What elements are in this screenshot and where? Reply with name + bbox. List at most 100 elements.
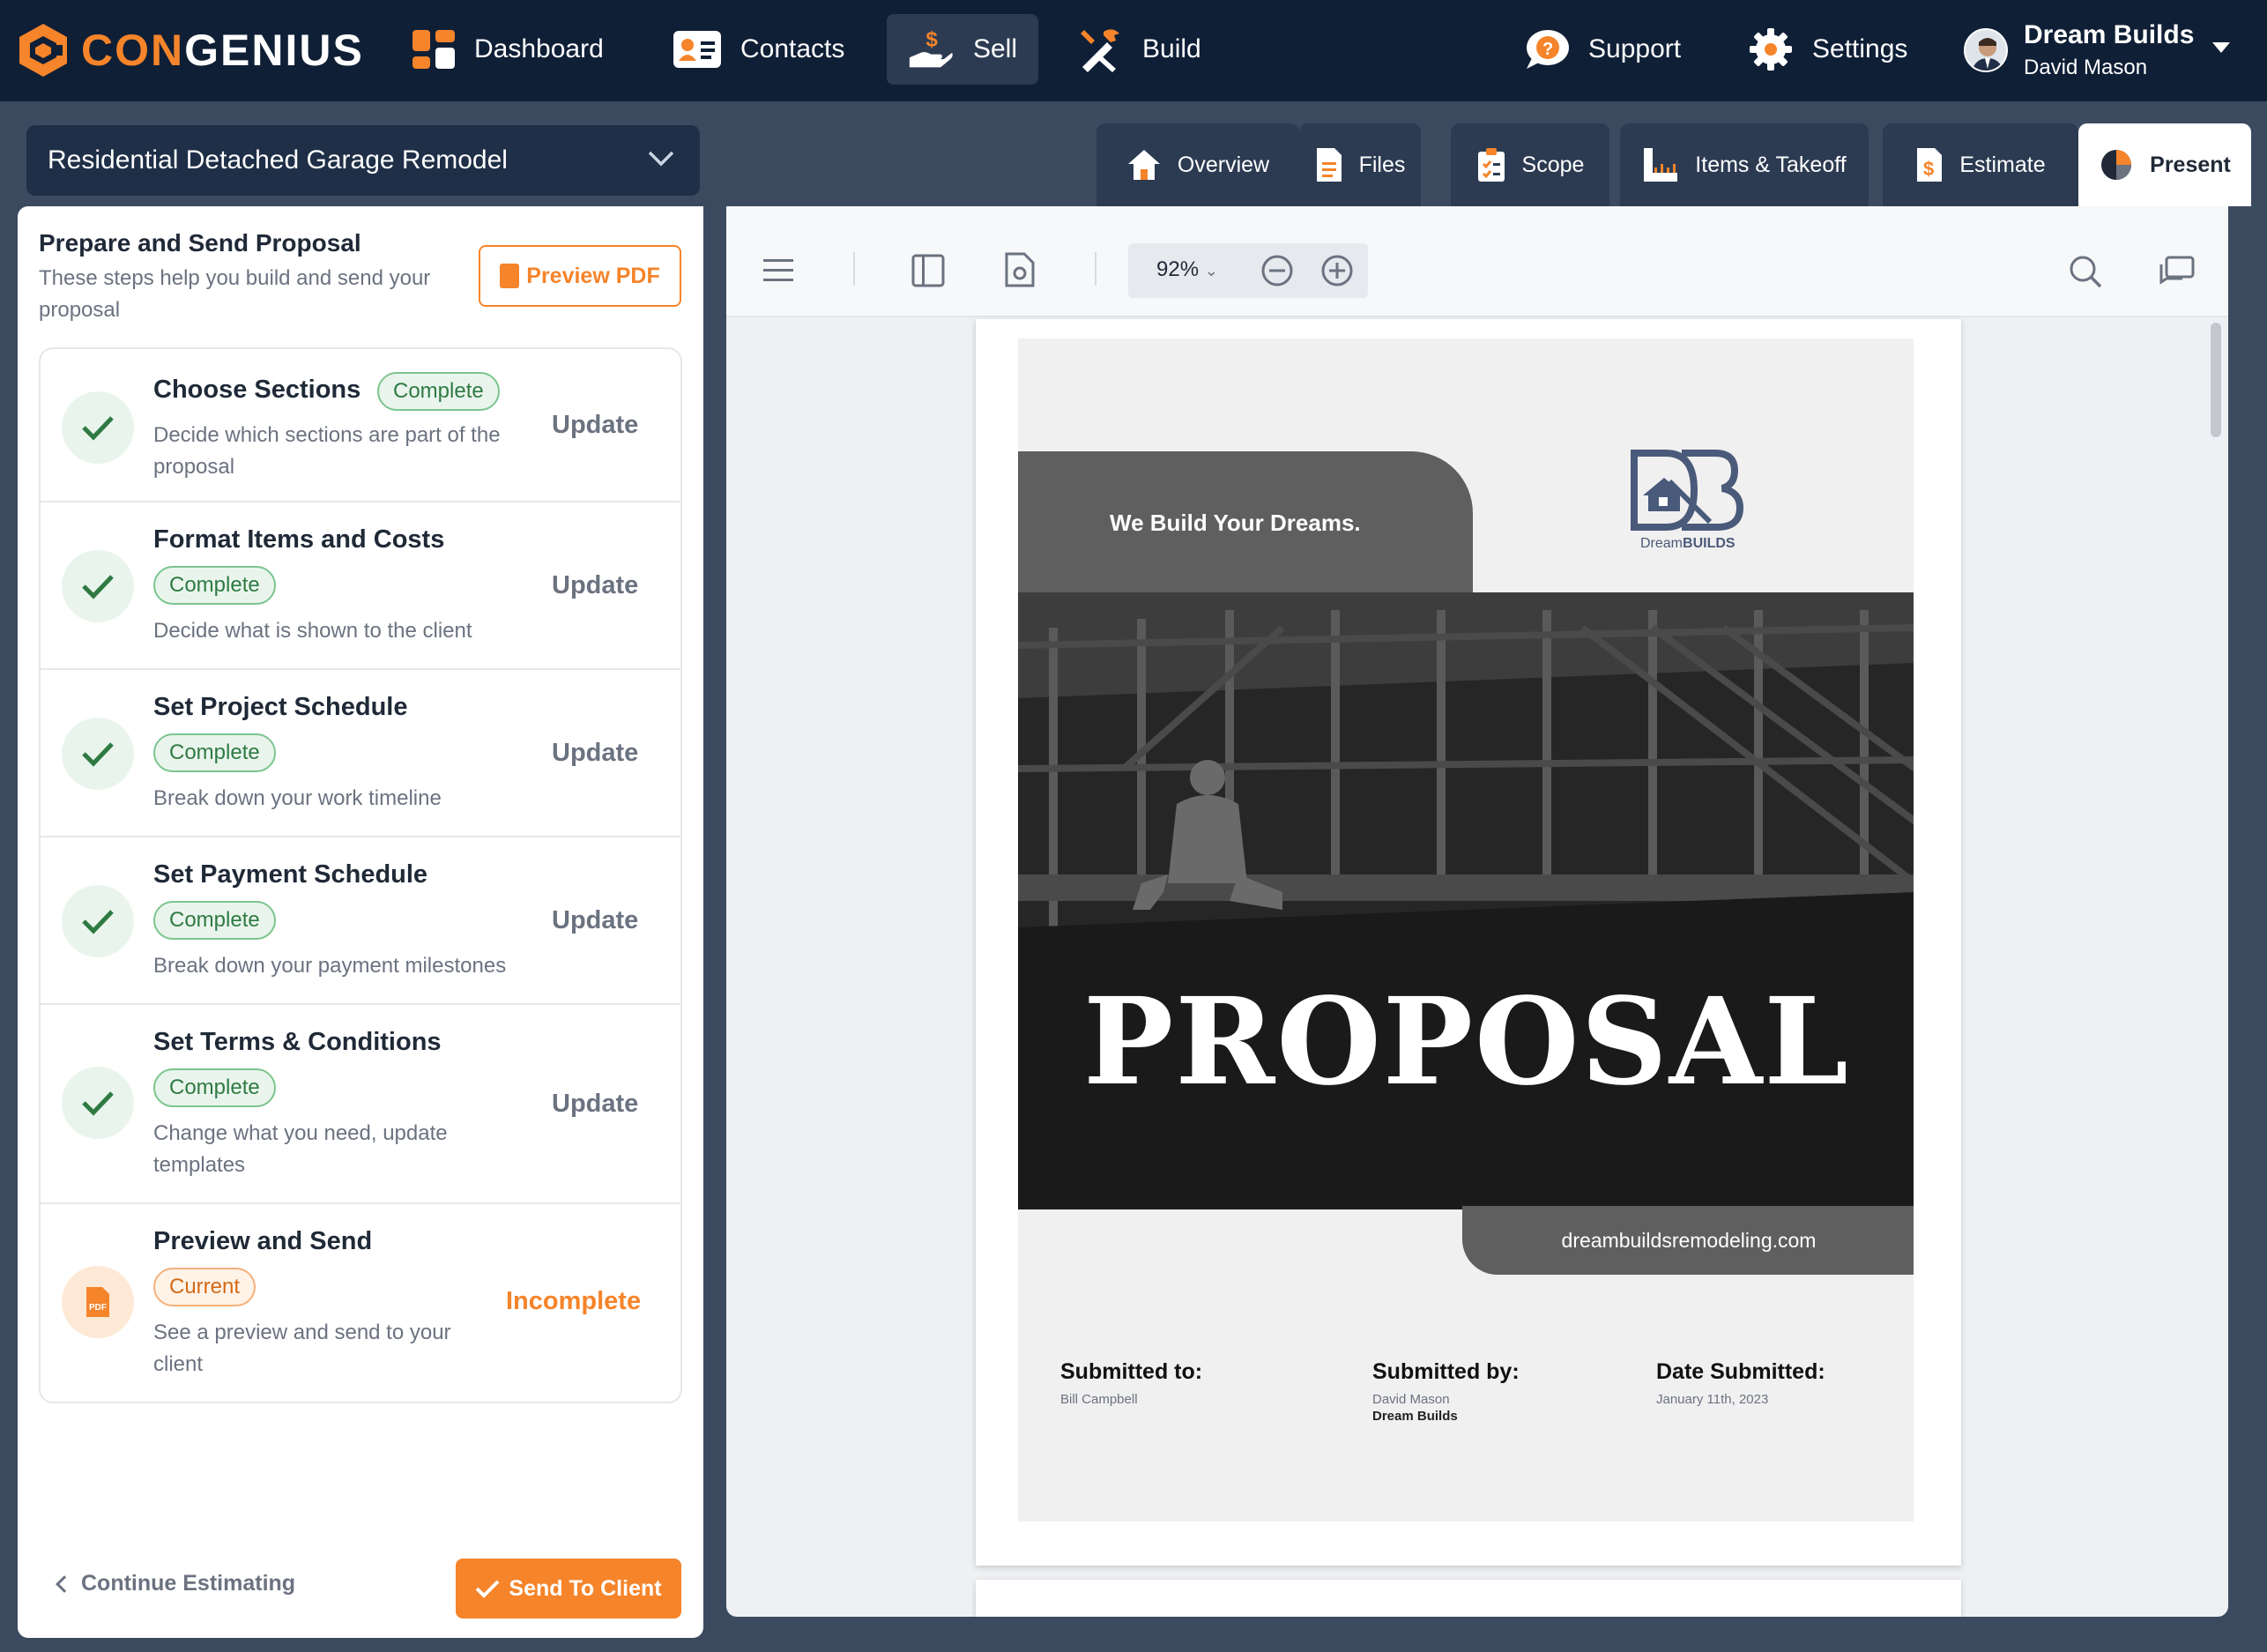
check-icon <box>62 718 134 790</box>
tab-files-label: Files <box>1358 152 1406 177</box>
pdf-toolbar: 92% ⌄ <box>726 206 2228 317</box>
tab-files[interactable]: Files <box>1299 123 1421 206</box>
zoom-select[interactable]: 92% ⌄ <box>1156 257 1218 282</box>
account-text: Dream Builds David Mason <box>2024 20 2194 80</box>
proposal-steps-panel: Prepare and Send Proposal These steps he… <box>18 206 703 1638</box>
toolbar-divider <box>1095 252 1096 286</box>
preview-pdf-label: Preview PDF <box>526 263 660 288</box>
document-canvas[interactable]: We Build Your Dreams. DreamBUILDS PROPOS… <box>726 319 2228 1617</box>
congenius-logo[interactable]: CONGENIUS <box>18 19 364 81</box>
tab-scope[interactable]: Scope <box>1451 123 1609 206</box>
search-icon[interactable] <box>2068 254 2103 289</box>
tagline-banner: We Build Your Dreams. <box>1018 451 1473 594</box>
zoom-value: 92% <box>1156 257 1200 281</box>
check-icon <box>476 1580 500 1598</box>
pdf-file-icon: PDF <box>62 1266 134 1338</box>
tab-estimate[interactable]: $ Estimate <box>1883 123 2078 206</box>
steps-list: Choose Sections Complete Decide which se… <box>39 347 682 1403</box>
tab-present-label: Present <box>2150 152 2231 177</box>
step-project-schedule[interactable]: Set Project Schedule Complete Break down… <box>41 670 680 837</box>
gear-icon <box>1750 28 1792 71</box>
contacts-card-icon <box>673 31 721 68</box>
zoom-in-icon[interactable] <box>1320 254 1354 287</box>
logo-suffix: BUILDS <box>1683 536 1736 551</box>
brand-suffix: GENIUS <box>184 26 364 75</box>
avatar <box>1964 28 2008 72</box>
date-submitted-label: Date Submitted: <box>1656 1359 1825 1384</box>
tab-items-takeoff-label: Items & Takeoff <box>1695 152 1847 177</box>
panel-title: Prepare and Send Proposal <box>39 229 361 257</box>
submitted-by-company: Dream Builds <box>1372 1409 1458 1424</box>
logo-wordmark: DreamBUILDS <box>1640 536 1736 552</box>
status-badge: Complete <box>153 733 276 772</box>
tab-present[interactable]: Present <box>2078 123 2251 206</box>
tab-estimate-label: Estimate <box>1959 152 2046 177</box>
svg-text:$: $ <box>925 27 938 51</box>
nav-settings[interactable]: Settings <box>1728 14 1929 85</box>
nav-sell[interactable]: $ Sell <box>887 14 1038 85</box>
submitted-to-value: Bill Campbell <box>1060 1392 1138 1407</box>
incomplete-status[interactable]: Incomplete <box>506 1287 641 1316</box>
tab-overview-label: Overview <box>1177 152 1270 177</box>
status-badge: Current <box>153 1268 256 1306</box>
continue-estimating-label: Continue Estimating <box>81 1571 296 1596</box>
account-caret-icon[interactable] <box>2212 42 2230 53</box>
submitted-to-label: Submitted to: <box>1060 1359 1203 1384</box>
website-text: dreambuildsremodeling.com <box>1561 1228 1817 1252</box>
submitted-by-label: Submitted by: <box>1372 1359 1520 1384</box>
check-icon <box>62 885 134 957</box>
step-description: Decide what is shown to the client <box>153 619 472 643</box>
step-payment-schedule[interactable]: Set Payment Schedule Complete Break down… <box>41 837 680 1005</box>
step-title: Preview and Send <box>153 1227 373 1255</box>
send-to-client-button[interactable]: Send To Client <box>456 1559 681 1619</box>
viewer-scrollbar[interactable] <box>2211 323 2221 437</box>
update-button[interactable]: Update <box>552 571 638 600</box>
preview-pdf-button[interactable]: Preview PDF <box>479 245 681 307</box>
status-badge: Complete <box>153 901 276 940</box>
check-icon <box>62 391 134 464</box>
nav-sell-label: Sell <box>972 34 1017 63</box>
nav-support[interactable]: ? Support <box>1502 14 1702 85</box>
step-terms-conditions[interactable]: Set Terms & Conditions Complete Change w… <box>41 1005 680 1204</box>
status-badge: Complete <box>153 1068 276 1107</box>
step-choose-sections[interactable]: Choose Sections Complete Decide which se… <box>41 349 680 502</box>
check-icon <box>62 550 134 622</box>
date-submitted-value: January 11th, 2023 <box>1656 1392 1769 1407</box>
continue-estimating-link[interactable]: Continue Estimating <box>56 1571 296 1596</box>
status-badge: Complete <box>377 372 500 411</box>
pdf-viewer: 92% ⌄ We Build Your Dreams. DreamBUILDS … <box>726 206 2228 1617</box>
toolbar-divider <box>853 252 855 286</box>
nav-build[interactable]: Build <box>1056 14 1223 85</box>
step-description: Break down your work timeline <box>153 786 442 810</box>
status-badge: Complete <box>153 566 276 605</box>
dashboard-icon <box>413 30 455 69</box>
chevron-left-icon <box>56 1574 73 1593</box>
update-button[interactable]: Update <box>552 1090 638 1119</box>
pdf-page: We Build Your Dreams. DreamBUILDS PROPOS… <box>976 319 1961 1566</box>
step-format-items-costs[interactable]: Format Items and Costs Complete Decide w… <box>41 502 680 670</box>
build-tools-icon <box>1081 29 1119 72</box>
nav-contacts[interactable]: Contacts <box>652 14 866 85</box>
tagline-text: We Build Your Dreams. <box>1110 509 1361 536</box>
website-banner: dreambuildsremodeling.com <box>1462 1206 1914 1275</box>
update-button[interactable]: Update <box>552 906 638 935</box>
document-settings-icon[interactable] <box>1005 252 1035 287</box>
nav-build-label: Build <box>1142 34 1201 63</box>
tab-overview[interactable]: Overview <box>1096 123 1299 206</box>
ruler-icon <box>1644 148 1678 182</box>
sidebar-toggle-icon[interactable] <box>911 254 945 287</box>
logo-prefix: Dream <box>1640 536 1684 551</box>
update-button[interactable]: Update <box>552 739 638 768</box>
account-menu[interactable]: Dream Builds David Mason <box>1964 12 2194 88</box>
zoom-out-icon[interactable] <box>1260 254 1294 287</box>
update-button[interactable]: Update <box>552 411 638 440</box>
step-preview-send[interactable]: PDF Preview and Send Current See a previ… <box>41 1204 680 1402</box>
tab-items-takeoff[interactable]: Items & Takeoff <box>1620 123 1869 206</box>
project-selector[interactable]: Residential Detached Garage Remodel <box>26 125 700 196</box>
menu-icon[interactable] <box>763 259 793 282</box>
comments-icon[interactable] <box>2159 256 2195 287</box>
nav-dashboard[interactable]: Dashboard <box>391 14 625 85</box>
clipboard-check-icon <box>1477 148 1505 182</box>
step-description: See a preview and send to your client <box>153 1321 451 1376</box>
file-icon <box>1316 148 1342 182</box>
